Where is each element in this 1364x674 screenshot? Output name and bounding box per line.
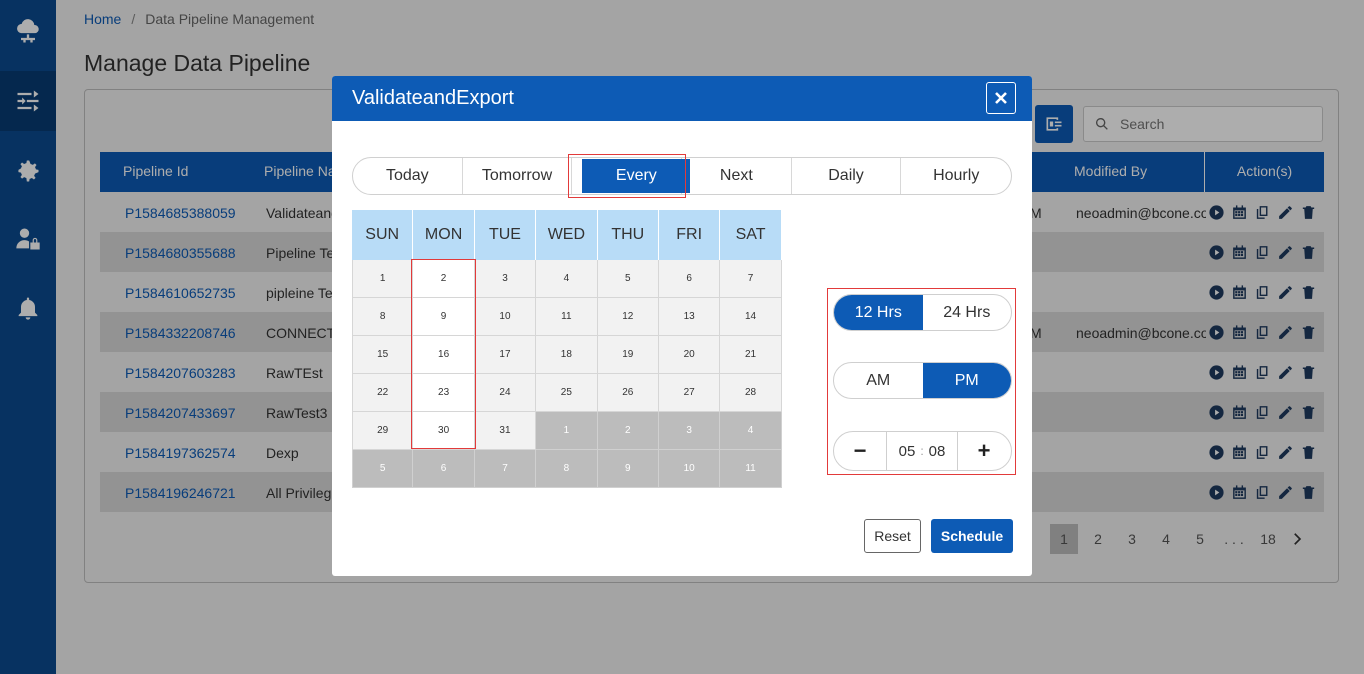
calendar-day[interactable]: 3: [474, 260, 537, 298]
tab-next[interactable]: Next: [682, 158, 792, 194]
weekday-thu[interactable]: THU: [597, 210, 659, 260]
calendar-day: 5: [352, 450, 414, 488]
increment-button[interactable]: +: [958, 432, 1010, 470]
time-colon: :: [920, 444, 924, 458]
meridiem-toggle: AM PM: [833, 362, 1012, 399]
time-value[interactable]: 05:08: [886, 432, 958, 470]
tab-hourly[interactable]: Hourly: [901, 158, 1011, 194]
calendar-day: 11: [720, 450, 782, 488]
calendar-day: 7: [474, 450, 537, 488]
calendar-day[interactable]: 14: [720, 298, 782, 336]
minute-value[interactable]: 08: [929, 443, 946, 460]
calendar-day[interactable]: 29: [352, 412, 414, 450]
calendar-day[interactable]: 31: [474, 412, 537, 450]
calendar-day[interactable]: 8: [352, 298, 414, 336]
close-button[interactable]: [986, 82, 1016, 114]
calendar-day[interactable]: 5: [597, 260, 659, 298]
modal-header: ValidateandExport: [332, 76, 1032, 121]
selected-tab-highlight: [568, 154, 686, 198]
calendar-day[interactable]: 10: [474, 298, 537, 336]
calendar-day[interactable]: 17: [474, 336, 537, 374]
format-12-hrs[interactable]: 12 Hrs: [834, 295, 923, 330]
calendar-day[interactable]: 18: [536, 336, 598, 374]
decrement-button[interactable]: −: [834, 432, 886, 470]
calendar-day[interactable]: 12: [597, 298, 659, 336]
time-format-toggle: 12 Hrs 24 Hrs: [833, 294, 1012, 331]
calendar-day[interactable]: 6: [658, 260, 721, 298]
calendar-day[interactable]: 28: [720, 374, 782, 412]
format-24-hrs[interactable]: 24 Hrs: [923, 295, 1012, 330]
calendar-day[interactable]: 1: [352, 260, 414, 298]
calendar-day: 10: [658, 450, 721, 488]
calendar-day[interactable]: 15: [352, 336, 414, 374]
meridiem-am[interactable]: AM: [834, 363, 923, 398]
weekday-tue[interactable]: TUE: [474, 210, 537, 260]
tab-daily[interactable]: Daily: [792, 158, 902, 194]
modal-title: ValidateandExport: [352, 87, 514, 109]
tab-label: Hourly: [933, 167, 980, 184]
time-stepper: − 05:08 +: [833, 431, 1012, 471]
calendar-day[interactable]: 24: [474, 374, 537, 412]
tab-label: Today: [385, 167, 429, 184]
calendar-day[interactable]: 22: [352, 374, 414, 412]
tab-label: Daily: [828, 167, 864, 184]
weekday-wed[interactable]: WED: [536, 210, 598, 260]
calendar-day[interactable]: 27: [658, 374, 721, 412]
tab-label: Next: [719, 167, 753, 184]
calendar-day[interactable]: 21: [720, 336, 782, 374]
reset-button[interactable]: Reset: [864, 519, 921, 553]
weekday-sun[interactable]: SUN: [352, 210, 414, 260]
calendar-day: 9: [597, 450, 659, 488]
time-picker: 12 Hrs 24 Hrs AM PM − 05:08 +: [827, 288, 1016, 475]
calendar-day: 2: [597, 412, 659, 450]
close-icon: [995, 92, 1007, 104]
calendar-day[interactable]: 26: [597, 374, 659, 412]
weekday-mon[interactable]: MON: [413, 210, 475, 260]
hour-value[interactable]: 05: [899, 443, 916, 460]
tab-tomorrow[interactable]: Tomorrow: [463, 158, 573, 194]
calendar-day[interactable]: 25: [536, 374, 598, 412]
meridiem-pm[interactable]: PM: [922, 363, 1011, 398]
selected-weekday-highlight: [411, 259, 476, 449]
calendar-day[interactable]: 13: [658, 298, 721, 336]
calendar-day: 3: [658, 412, 721, 450]
calendar-day[interactable]: 7: [720, 260, 782, 298]
calendar-day[interactable]: 11: [536, 298, 598, 336]
calendar-day[interactable]: 19: [597, 336, 659, 374]
calendar-day: 8: [536, 450, 598, 488]
calendar-day[interactable]: 20: [658, 336, 721, 374]
schedule-modal: ValidateandExport Today Tomorrow Every Next…: [332, 76, 1032, 576]
weekday-sat[interactable]: SAT: [720, 210, 782, 260]
tab-today[interactable]: Today: [353, 158, 463, 194]
tab-label: Tomorrow: [481, 167, 553, 184]
schedule-button[interactable]: Schedule: [931, 519, 1013, 553]
weekday-fri[interactable]: FRI: [658, 210, 721, 260]
calendar-day: 1: [536, 412, 598, 450]
calendar-day: 4: [720, 412, 782, 450]
calendar-day: 6: [413, 450, 475, 488]
calendar-week: 5 6 7 8 9 10 11: [352, 450, 782, 488]
calendar-day[interactable]: 4: [536, 260, 598, 298]
